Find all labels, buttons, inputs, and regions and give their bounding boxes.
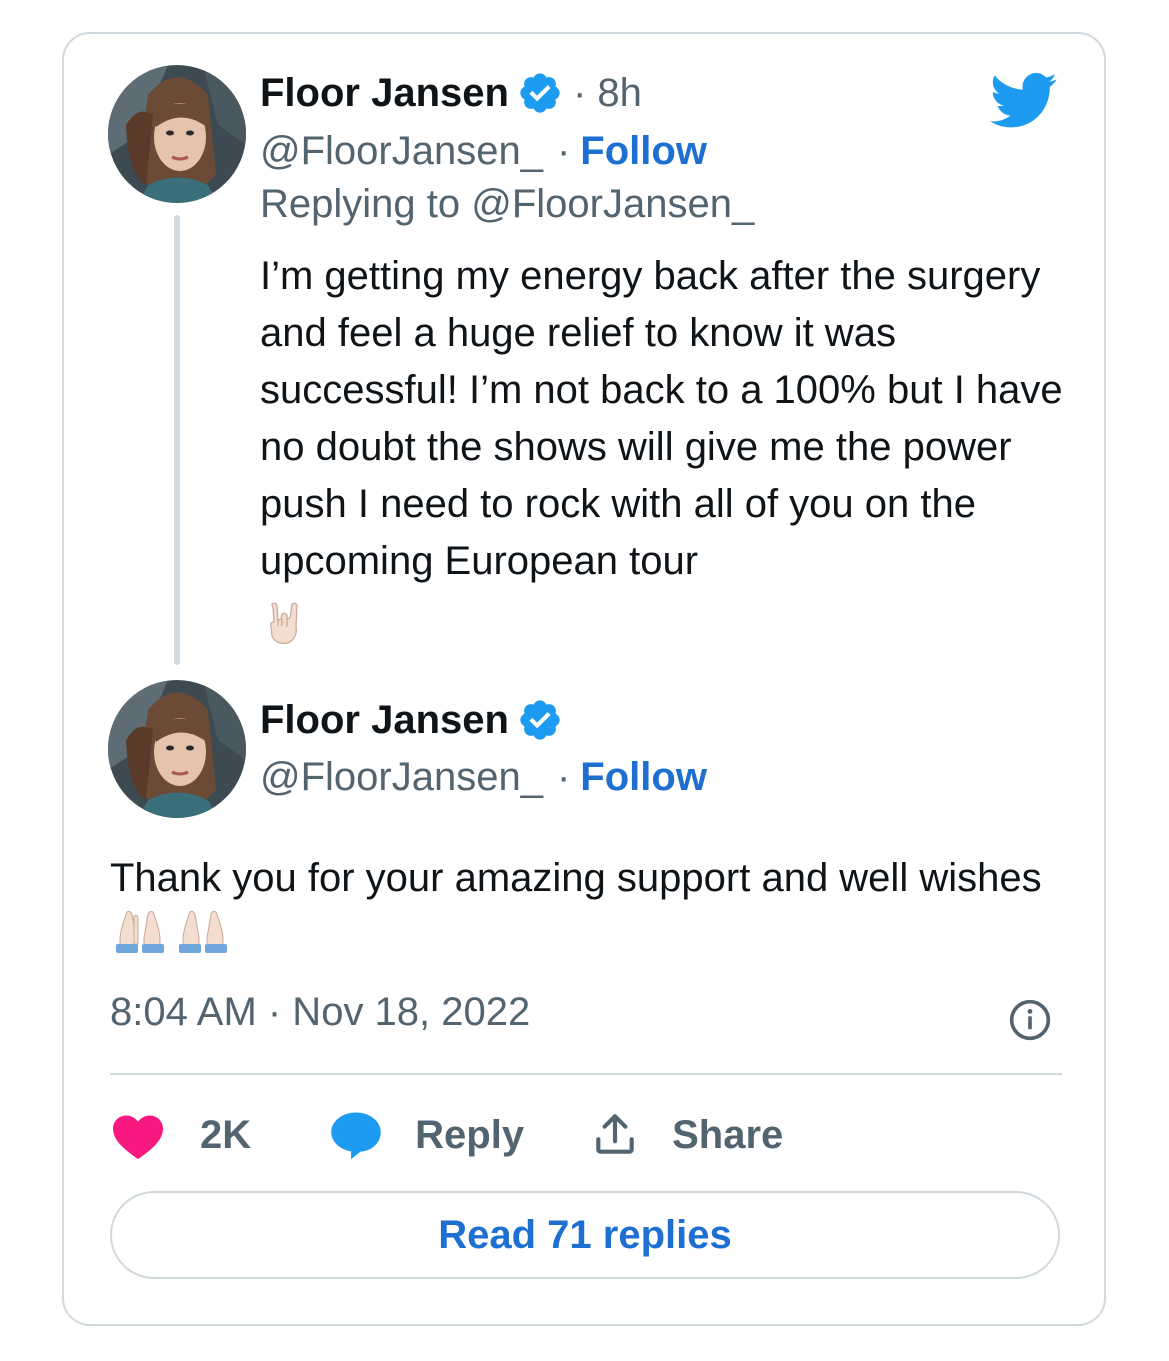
tweet-actions: 2K Reply Share xyxy=(110,1105,783,1165)
read-replies-button[interactable]: Read 71 replies xyxy=(110,1191,1060,1279)
reply-button[interactable]: Reply xyxy=(329,1110,524,1160)
tweet2-author-row: Floor Jansen xyxy=(260,695,563,745)
twitter-bird-icon[interactable] xyxy=(990,72,1058,130)
avatar-photo xyxy=(108,65,246,203)
tweet-text: I’m getting my energy back after the sur… xyxy=(260,254,1063,583)
follow-button[interactable]: Follow xyxy=(580,129,707,174)
author-handle[interactable]: @FloorJansen_ xyxy=(260,755,543,800)
likes-count: 2K xyxy=(200,1112,252,1157)
verified-badge-icon xyxy=(520,700,560,740)
like-button[interactable]: 2K xyxy=(110,1110,251,1160)
avatar[interactable] xyxy=(108,680,246,818)
info-icon[interactable] xyxy=(1008,998,1052,1042)
reply-bubble-icon xyxy=(331,1112,381,1160)
avatar-photo xyxy=(108,680,246,818)
tweet1-handle-row: @FloorJansen_ · Follow xyxy=(260,126,707,176)
author-handle[interactable]: @FloorJansen_ xyxy=(260,129,543,174)
replying-to-label[interactable]: Replying to @FloorJansen_ xyxy=(260,182,754,232)
separator: · xyxy=(556,128,571,173)
tweet-text: Thank you for your amazing support and w… xyxy=(110,856,1042,900)
divider xyxy=(110,1073,1062,1075)
share-button[interactable]: Share xyxy=(590,1110,783,1160)
tweet-text-container: Thank you for your amazing support and w… xyxy=(110,850,1050,964)
author-name[interactable]: Floor Jansen xyxy=(260,698,509,743)
share-label: Share xyxy=(672,1112,784,1157)
thread-connector-line xyxy=(174,215,180,665)
separator: · xyxy=(556,754,571,799)
author-name[interactable]: Floor Jansen xyxy=(260,71,509,116)
tweet-timestamp[interactable]: 8:04 AM · Nov 18, 2022 xyxy=(110,990,530,1035)
tweet1-author-row: Floor Jansen · 8h xyxy=(260,68,642,118)
folded-hands-emoji-icon xyxy=(116,910,164,953)
verified-badge-icon xyxy=(520,73,560,113)
share-icon xyxy=(596,1114,634,1154)
avatar[interactable] xyxy=(108,65,246,203)
rock-on-hand-emoji-icon xyxy=(270,602,298,644)
tweet2-handle-row: @FloorJansen_ · Follow xyxy=(260,752,707,802)
reply-label: Reply xyxy=(415,1112,525,1157)
tweet-age[interactable]: · 8h xyxy=(573,71,642,116)
follow-button[interactable]: Follow xyxy=(580,755,707,800)
folded-hands-emoji-icon xyxy=(179,910,228,953)
heart-icon xyxy=(113,1115,163,1160)
